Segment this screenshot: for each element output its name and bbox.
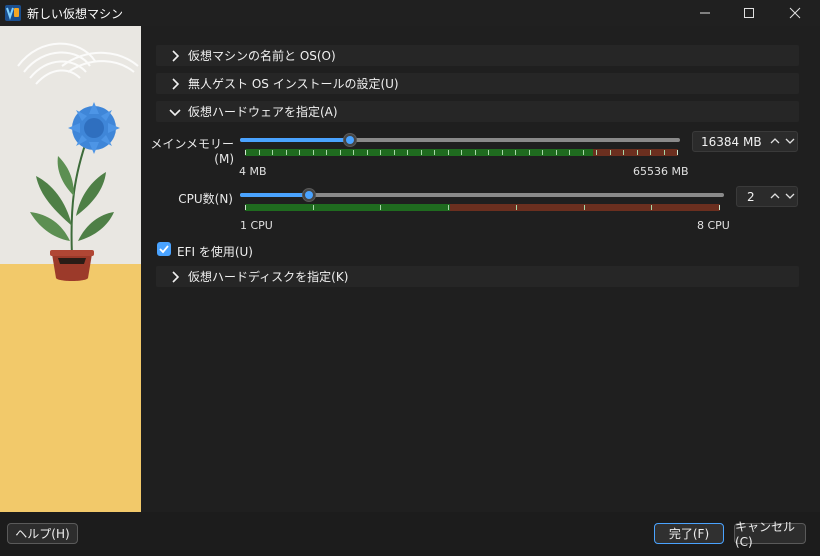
cpu-max-label: 8 CPU — [697, 219, 730, 232]
minimize-icon — [700, 12, 710, 14]
help-button[interactable]: ヘルプ(H) — [7, 523, 78, 544]
range-tick — [610, 150, 611, 155]
checkmark-icon — [159, 245, 169, 254]
range-tick — [407, 150, 408, 155]
window-title: 新しい仮想マシン — [27, 7, 124, 21]
range-tick — [380, 205, 381, 210]
range-tick — [583, 150, 584, 155]
spin-down-icon[interactable] — [784, 135, 796, 147]
memory-label: メインメモリー(M) — [150, 137, 234, 166]
spin-up-icon[interactable] — [769, 135, 781, 147]
range-tick — [719, 205, 720, 210]
wizard-illustration — [0, 26, 141, 512]
range-tick — [448, 205, 449, 210]
range-tick — [475, 150, 476, 155]
range-tick — [556, 150, 557, 155]
range-tick — [272, 150, 273, 155]
section-label: 無人ゲスト OS インストールの設定(U) — [188, 77, 399, 91]
cpu-label: CPU数(N) — [178, 192, 233, 206]
close-button[interactable] — [772, 0, 818, 26]
cpu-min-label: 1 CPU — [240, 219, 273, 232]
range-tick — [245, 150, 246, 155]
close-icon — [789, 7, 801, 19]
section-hardware[interactable]: 仮想ハードウェアを指定(A) — [156, 101, 799, 122]
range-tick — [529, 150, 530, 155]
range-tick — [367, 150, 368, 155]
range-tick — [299, 150, 300, 155]
cpu-slider[interactable] — [240, 186, 724, 202]
efi-label[interactable]: EFI を使用(U) — [177, 243, 253, 260]
spin-up-icon[interactable] — [769, 190, 781, 202]
range-tick — [488, 150, 489, 155]
range-tick — [313, 150, 314, 155]
cpu-spinbox[interactable]: 2 — [736, 186, 798, 207]
range-tick — [651, 205, 652, 210]
section-name-os[interactable]: 仮想マシンの名前と OS(O) — [156, 45, 799, 66]
range-tick — [340, 150, 341, 155]
section-label: 仮想ハードディスクを指定(K) — [188, 270, 349, 284]
range-tick — [664, 150, 665, 155]
range-tick — [380, 150, 381, 155]
range-tick — [259, 150, 260, 155]
range-tick — [584, 205, 585, 210]
memory-max-label: 65536 MB — [633, 165, 689, 178]
cancel-button[interactable]: キャンセル(C) — [734, 520, 806, 549]
range-tick — [569, 150, 570, 155]
range-tick — [461, 150, 462, 155]
finish-button[interactable]: 完了(F) — [654, 523, 724, 544]
range-tick — [394, 150, 395, 155]
section-disk[interactable]: 仮想ハードディスクを指定(K) — [156, 266, 799, 287]
section-unattended[interactable]: 無人ゲスト OS インストールの設定(U) — [156, 73, 799, 94]
range-tick — [515, 150, 516, 155]
range-tick — [326, 150, 327, 155]
minimize-button[interactable] — [682, 0, 728, 26]
range-tick — [516, 205, 517, 210]
slider-thumb[interactable] — [343, 133, 357, 147]
maximize-icon — [744, 8, 754, 18]
efi-checkbox[interactable] — [157, 242, 171, 256]
range-tick — [286, 150, 287, 155]
range-tick — [421, 150, 422, 155]
memory-min-label: 4 MB — [239, 165, 267, 178]
memory-range-indicator — [245, 149, 678, 156]
range-tick — [650, 150, 651, 155]
range-tick — [677, 150, 678, 155]
cpu-range-indicator — [245, 204, 720, 211]
section-label: 仮想マシンの名前と OS(O) — [188, 49, 336, 63]
range-tick — [448, 150, 449, 155]
chevron-down-icon — [168, 105, 182, 119]
range-tick — [542, 150, 543, 155]
range-tick — [245, 205, 246, 210]
chevron-right-icon — [168, 49, 182, 63]
dialog-footer: ヘルプ(H) 完了(F) キャンセル(C) — [0, 512, 820, 556]
chevron-right-icon — [168, 270, 182, 284]
maximize-button[interactable] — [726, 0, 772, 26]
title-bar: 新しい仮想マシン — [0, 0, 820, 26]
virtualbox-app-icon — [5, 5, 21, 21]
memory-spinbox[interactable]: 16384 MB — [692, 131, 798, 152]
spin-down-icon[interactable] — [784, 190, 796, 202]
slider-fill — [240, 138, 350, 142]
range-tick — [623, 150, 624, 155]
slider-thumb[interactable] — [302, 188, 316, 202]
range-tick — [313, 205, 314, 210]
memory-value: 16384 MB — [701, 135, 762, 149]
chevron-right-icon — [168, 77, 182, 91]
memory-slider[interactable] — [240, 131, 680, 147]
slider-fill — [240, 193, 309, 197]
cpu-value: 2 — [747, 190, 755, 204]
range-tick — [502, 150, 503, 155]
range-tick — [353, 150, 354, 155]
range-tick — [637, 150, 638, 155]
range-tick — [434, 150, 435, 155]
section-label: 仮想ハードウェアを指定(A) — [188, 105, 338, 119]
range-tick — [596, 150, 597, 155]
